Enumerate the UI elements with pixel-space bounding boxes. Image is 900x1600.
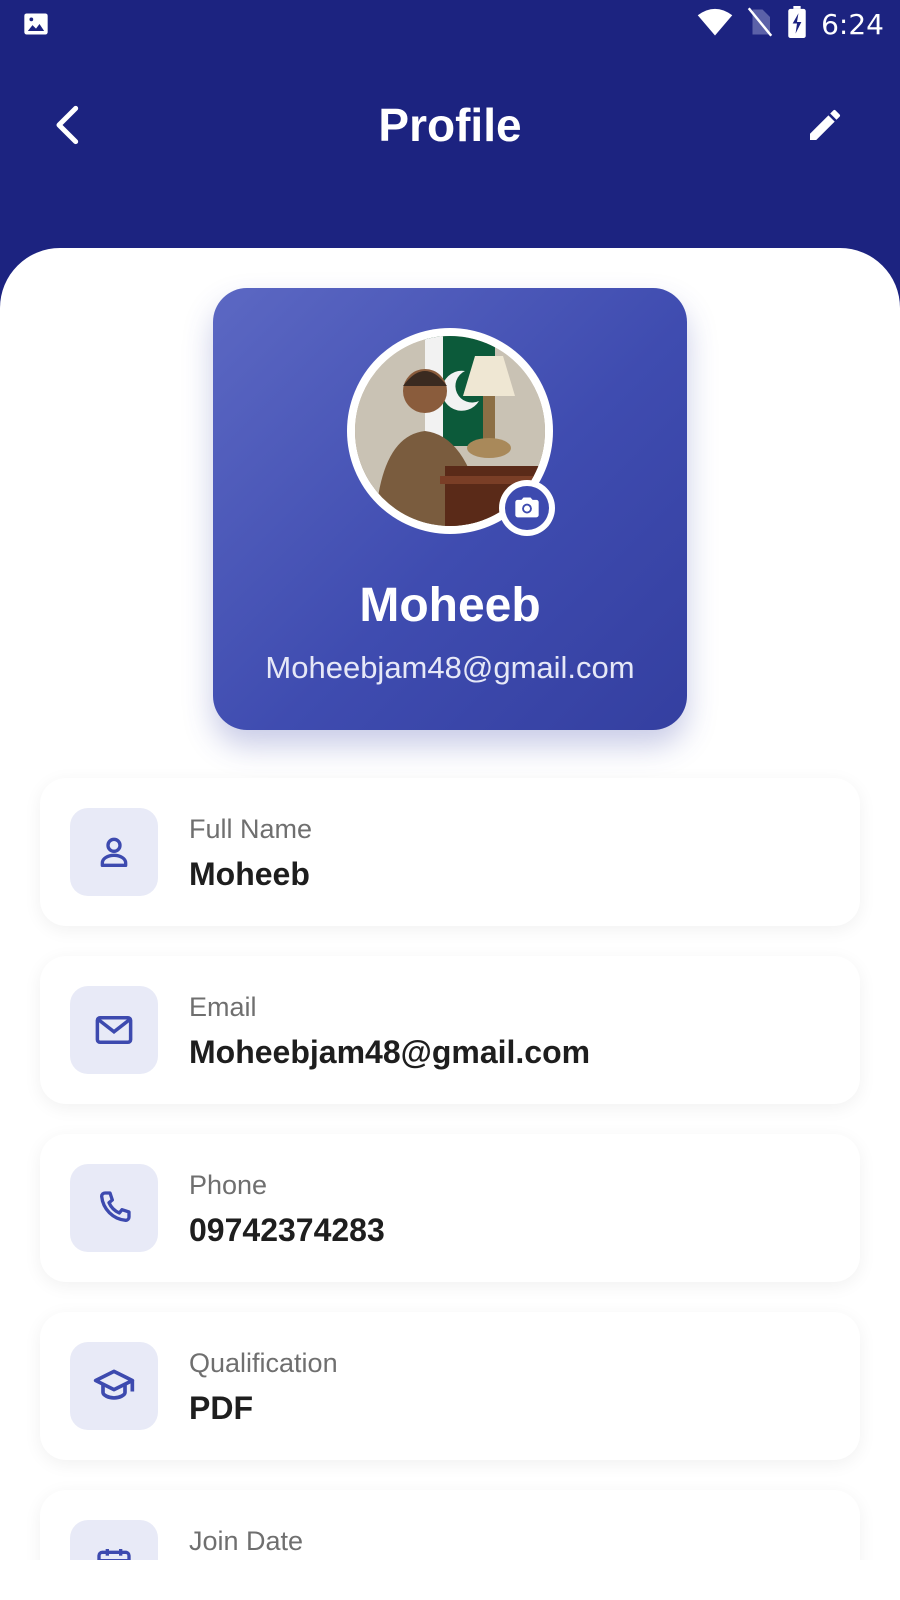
person-icon xyxy=(100,837,128,867)
status-bar: 6:24 xyxy=(0,0,900,50)
info-item-phone[interactable]: Phone 09742374283 xyxy=(40,1134,860,1282)
info-value: Moheeb xyxy=(189,856,310,892)
phone-icon xyxy=(100,1191,131,1222)
content-sheet: Moheeb Moheebjam48@gmail.com Full Name M… xyxy=(0,248,900,1600)
battery-charging-icon xyxy=(787,6,807,43)
bottom-clip xyxy=(0,1560,900,1600)
graduation-cap-icon xyxy=(93,1369,135,1400)
profile-email: Moheebjam48@gmail.com xyxy=(265,650,635,685)
info-label: Phone xyxy=(189,1170,268,1200)
info-label: Full Name xyxy=(189,814,313,844)
info-item-full-name[interactable]: Full Name Moheeb xyxy=(40,778,860,926)
page-title: Profile xyxy=(378,99,522,151)
camera-icon xyxy=(515,497,539,518)
info-icon-box xyxy=(70,986,158,1074)
info-value: 09742374283 xyxy=(189,1212,385,1248)
info-label: Qualification xyxy=(189,1348,338,1378)
profile-screen: 6:24 Profile Moheeb Moheebjam48@gmail.co… xyxy=(0,0,900,1600)
info-label: Email xyxy=(189,992,257,1022)
info-item-email[interactable]: Email Moheebjam48@gmail.com xyxy=(40,956,860,1104)
no-sim-icon xyxy=(747,7,773,42)
app-bar: Profile xyxy=(0,60,900,190)
info-value: Moheebjam48@gmail.com xyxy=(189,1034,591,1070)
info-value: PDF xyxy=(189,1390,253,1426)
info-icon-box xyxy=(70,1164,158,1252)
edit-button[interactable] xyxy=(800,100,850,150)
info-icon-box xyxy=(70,808,158,896)
mail-icon xyxy=(95,1016,133,1044)
image-notification-icon xyxy=(22,10,50,43)
profile-card: Moheeb Moheebjam48@gmail.com xyxy=(213,288,687,730)
status-time: 6:24 xyxy=(821,8,884,41)
pencil-icon xyxy=(810,109,841,140)
change-photo-button[interactable] xyxy=(499,480,555,536)
wifi-icon xyxy=(697,7,733,42)
info-label: Join Date xyxy=(189,1526,304,1556)
info-item-qualification[interactable]: Qualification PDF xyxy=(40,1312,860,1460)
info-icon-box xyxy=(70,1342,158,1430)
profile-name: Moheeb xyxy=(359,579,541,632)
